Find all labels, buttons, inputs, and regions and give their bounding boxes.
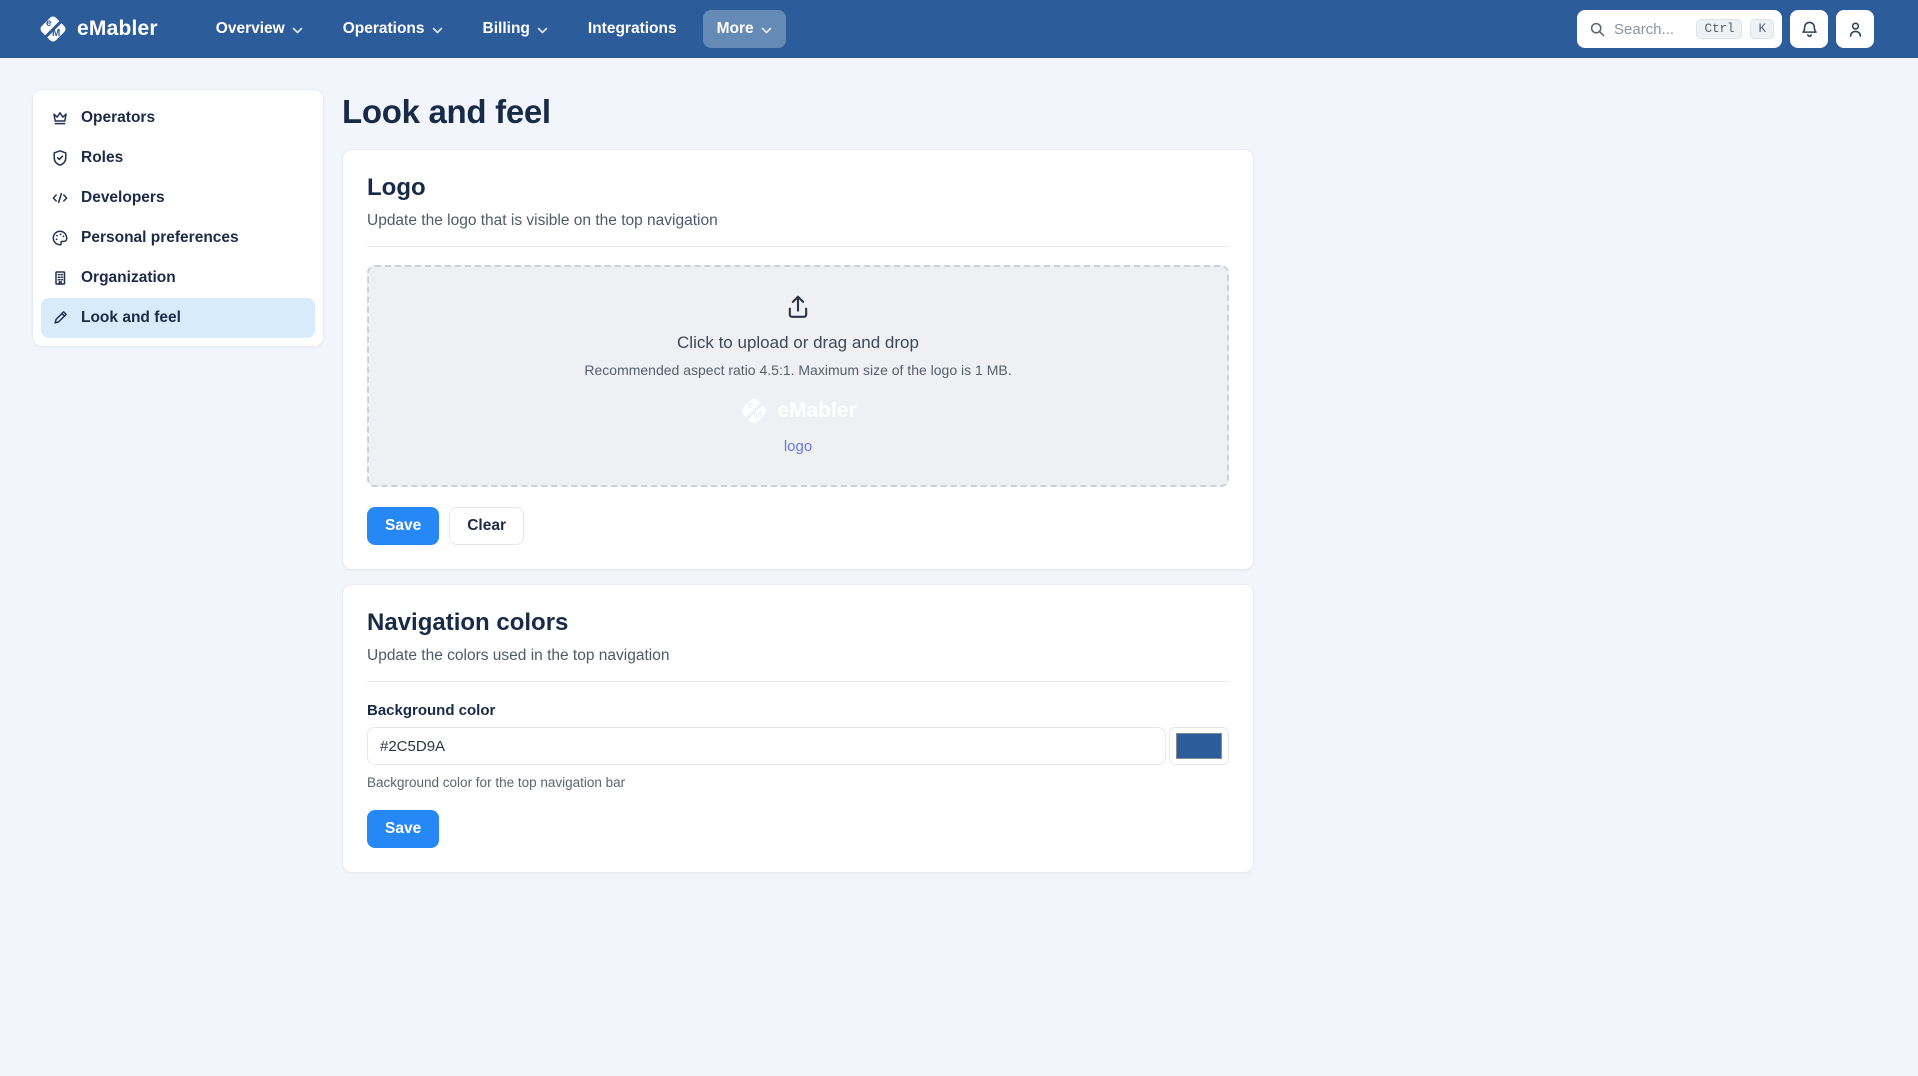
sidebar-item-label: Look and feel	[81, 309, 181, 327]
chevron-down-icon	[432, 27, 443, 34]
sidebar-item-roles[interactable]: Roles	[41, 138, 315, 178]
sidebar-item-personal-preferences[interactable]: Personal preferences	[41, 218, 315, 258]
color-picker[interactable]	[1169, 727, 1229, 765]
crown-icon	[51, 109, 69, 127]
logo-dropzone[interactable]: Click to upload or drag and drop Recomme…	[367, 265, 1229, 487]
background-color-help: Background color for the top navigation …	[367, 775, 1229, 790]
settings-sidebar: Operators Roles Developers Personal pref…	[32, 89, 324, 347]
sidebar-item-label: Roles	[81, 149, 123, 167]
colors-card-subtitle: Update the colors used in the top naviga…	[367, 647, 1229, 665]
code-icon	[51, 189, 69, 207]
background-color-label: Background color	[367, 702, 1229, 719]
chevron-down-icon	[292, 27, 303, 34]
nav-item-integrations[interactable]: Integrations	[574, 10, 691, 48]
top-navigation: e M eMabler Overview Operations Billing …	[0, 0, 1918, 58]
chevron-down-icon	[537, 27, 548, 34]
palette-icon	[51, 229, 69, 247]
dropzone-main-text: Click to upload or drag and drop	[677, 333, 919, 353]
logo-card: Logo Update the logo that is visible on …	[342, 149, 1254, 570]
account-button[interactable]	[1836, 10, 1874, 48]
shortcut-key-ctrl: Ctrl	[1696, 19, 1742, 39]
bell-icon	[1800, 20, 1819, 39]
shortcut-key-k: K	[1750, 19, 1774, 39]
sidebar-item-label: Operators	[81, 109, 155, 127]
paintbrush-icon	[51, 309, 69, 327]
preview-brand-name: eMabler	[777, 399, 856, 423]
sidebar-item-developers[interactable]: Developers	[41, 178, 315, 218]
current-logo-preview: e M eMabler	[739, 396, 856, 426]
logo-card-subtitle: Update the logo that is visible on the t…	[367, 212, 1229, 230]
sidebar-item-organization[interactable]: Organization	[41, 258, 315, 298]
chevron-down-icon	[761, 27, 772, 34]
dropzone-hint-text: Recommended aspect ratio 4.5:1. Maximum …	[584, 362, 1011, 378]
main-content: Look and feel Logo Update the logo that …	[342, 89, 1254, 887]
sidebar-item-look-and-feel[interactable]: Look and feel	[41, 298, 315, 338]
logo-clear-button[interactable]: Clear	[449, 507, 524, 545]
search-input[interactable]	[1614, 21, 1688, 38]
colors-save-button[interactable]: Save	[367, 810, 439, 848]
divider	[367, 681, 1229, 682]
colors-card-title: Navigation colors	[367, 609, 1229, 637]
page-title: Look and feel	[342, 93, 1254, 131]
notifications-button[interactable]	[1790, 10, 1828, 48]
sidebar-item-operators[interactable]: Operators	[41, 98, 315, 138]
color-swatch	[1176, 733, 1222, 759]
upload-icon	[784, 293, 812, 321]
nav-item-operations[interactable]: Operations	[329, 10, 457, 48]
sidebar-item-label: Developers	[81, 189, 165, 207]
emabler-logo-icon: e M	[739, 396, 769, 426]
nav-item-billing[interactable]: Billing	[469, 10, 562, 48]
logo-card-title: Logo	[367, 174, 1229, 202]
background-color-input[interactable]	[367, 727, 1166, 765]
nav-item-overview[interactable]: Overview	[202, 10, 317, 48]
logo-save-button[interactable]: Save	[367, 507, 439, 545]
brand-name: eMabler	[77, 17, 158, 41]
sidebar-item-label: Organization	[81, 269, 176, 287]
shield-check-icon	[51, 149, 69, 167]
search-box[interactable]: Ctrl K	[1577, 10, 1782, 48]
brand[interactable]: e M eMabler	[38, 14, 158, 44]
nav-item-more[interactable]: More	[703, 10, 786, 48]
logo-file-link[interactable]: logo	[784, 438, 812, 455]
main-menu: Overview Operations Billing Integrations…	[202, 10, 786, 48]
user-icon	[1846, 20, 1865, 39]
divider	[367, 246, 1229, 247]
building-icon	[51, 269, 69, 287]
emabler-logo-icon: e M	[38, 14, 68, 44]
search-icon	[1589, 21, 1606, 38]
navigation-colors-card: Navigation colors Update the colors used…	[342, 584, 1254, 873]
sidebar-item-label: Personal preferences	[81, 229, 239, 247]
